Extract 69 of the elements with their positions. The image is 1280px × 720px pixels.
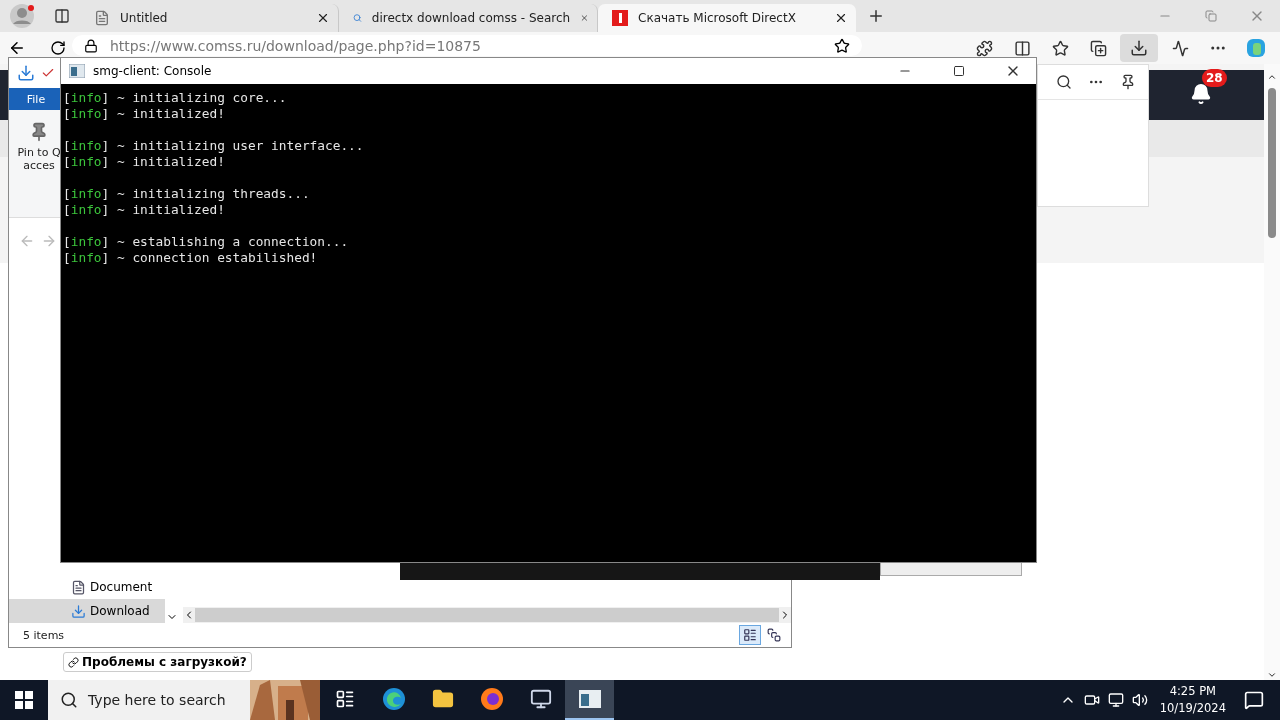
pin-icon[interactable]: [1120, 74, 1136, 90]
heartbeat-icon[interactable]: [1171, 39, 1189, 57]
help-button[interactable]: Проблемы с загрузкой?: [63, 652, 252, 672]
close-icon[interactable]: [834, 11, 848, 25]
checkmark-icon[interactable]: [41, 66, 55, 80]
new-tab-icon[interactable]: [867, 7, 885, 25]
search-icon: [60, 691, 78, 709]
search-icon: [353, 11, 362, 25]
task-view-icon: [334, 689, 355, 709]
browser-logo-icon: [381, 687, 406, 711]
fox-globe-icon: [479, 687, 504, 711]
taskbar-search[interactable]: Type here to search: [48, 680, 320, 720]
address-bar[interactable]: https://www.comss.ru/download/page.php?id=10875: [72, 35, 862, 56]
camera-icon[interactable]: [1083, 692, 1100, 708]
log-line: [info] ~ initializing threads...: [63, 186, 311, 202]
clock[interactable]: 4:25 PM 10/19/2024: [1159, 683, 1226, 717]
link-icon: [68, 656, 79, 668]
site-logo-icon: [612, 10, 628, 26]
folder-icon: [431, 688, 454, 710]
scroll-up-icon[interactable]: [1267, 72, 1277, 82]
scroll-thumb[interactable]: [195, 608, 779, 622]
search-icon[interactable]: [1056, 74, 1072, 90]
copilot-logo-icon[interactable]: [1245, 37, 1267, 59]
split-screen-icon[interactable]: [1013, 39, 1031, 57]
back-icon[interactable]: [8, 39, 26, 57]
taskbar-app[interactable]: [565, 680, 614, 720]
scroll-down-icon[interactable]: [1267, 670, 1277, 680]
close-icon[interactable]: [316, 11, 330, 25]
scroll-thumb[interactable]: [1268, 88, 1276, 238]
page-icon: [94, 10, 110, 26]
log-line: [info] ~ initializing user interface...: [63, 138, 365, 154]
tab-actions-icon[interactable]: [54, 8, 70, 24]
maximize-icon[interactable]: [953, 65, 965, 77]
lock-icon: [84, 38, 98, 53]
nav-item[interactable]: Download: [9, 599, 165, 623]
log-line: [info] ~ initialized!: [63, 106, 226, 122]
favorites-icon[interactable]: [1051, 39, 1069, 57]
extensions-icon[interactable]: [975, 39, 993, 57]
collections-icon[interactable]: [1089, 39, 1107, 57]
window-title: smg-client: Console: [93, 64, 213, 78]
notifications-icon[interactable]: [1244, 690, 1264, 710]
log-line: [info] ~ initialized!: [63, 154, 226, 170]
notification-badge: 28: [1202, 69, 1227, 87]
download-icon: [17, 64, 35, 82]
nav-item[interactable]: Document: [9, 575, 165, 599]
file-tab[interactable]: File: [9, 88, 63, 110]
downloads-icon[interactable]: [1130, 39, 1148, 57]
profile-avatar-icon[interactable]: [9, 3, 35, 29]
volume-icon[interactable]: [1131, 692, 1148, 708]
tiles-view-icon: [767, 628, 781, 642]
windows-logo-icon[interactable]: [15, 691, 33, 709]
pin-label[interactable]: Pin to Q acces: [17, 146, 61, 172]
network-icon[interactable]: [1107, 692, 1124, 708]
console-window-icon: [578, 690, 601, 708]
details-view-icon: [743, 628, 757, 642]
document-icon: [71, 579, 86, 595]
favorite-icon[interactable]: [834, 37, 850, 54]
download-icon: [71, 603, 86, 619]
log-line: [info] ~ establishing a connection...: [63, 234, 350, 250]
bell-icon[interactable]: [1190, 83, 1212, 105]
log-line: [info] ~ initializing core...: [63, 90, 288, 106]
item-count: 5 items: [23, 628, 65, 642]
log-line: [info] ~ initialized!: [63, 202, 226, 218]
console-window-icon: [69, 64, 85, 78]
browser-tab[interactable]: Скачать Microsoft DirectX: [598, 4, 856, 32]
computer-icon: [529, 688, 552, 710]
refresh-icon[interactable]: [50, 40, 66, 56]
view-toggle[interactable]: [739, 625, 761, 645]
log-line: [info] ~ connection estabilished!: [63, 250, 319, 266]
